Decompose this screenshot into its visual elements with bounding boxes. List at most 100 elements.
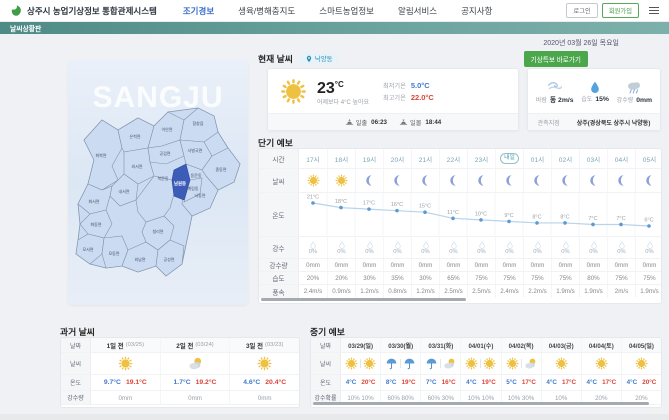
mid-temp-cell: 8°C19°C: [380, 375, 420, 390]
row-label-wind: 풍속: [259, 285, 299, 298]
precip-condition: 강수량0mm: [617, 79, 652, 104]
sun-icon: [465, 357, 478, 370]
row-label-time: 시간: [259, 149, 299, 168]
map-district-label[interactable]: 청리면: [152, 228, 163, 234]
map-district-label[interactable]: 계림동: [187, 185, 198, 191]
map-district-label[interactable]: 모서면: [82, 246, 93, 252]
location-badge[interactable]: 낙양동: [299, 53, 339, 64]
map-district-label[interactable]: 외서면: [131, 163, 142, 169]
st-pop-cell: 0%: [495, 237, 523, 258]
sun-icon: [307, 174, 320, 187]
st-time-cell: 22시: [439, 149, 467, 168]
map-watermark: SANGJU: [92, 81, 223, 114]
nav-item[interactable]: 공지사항: [461, 5, 492, 17]
raincloud-icon: [626, 79, 642, 95]
mid-weather-cell: [460, 353, 500, 374]
moon-icon: [559, 174, 572, 187]
st-rain-cell: 0mm: [383, 259, 411, 271]
st-rain-cell: 0mm: [411, 259, 439, 271]
nav-item[interactable]: 알림서비스: [398, 5, 437, 17]
nav-item[interactable]: 조기경보: [183, 5, 214, 17]
map-district-label[interactable]: 화동면: [90, 221, 101, 227]
map-district-label[interactable]: 사벌국면: [188, 147, 203, 153]
past-min-temp: 4.6°C: [243, 379, 260, 386]
sunset-icon: [399, 118, 408, 127]
map-district-label[interactable]: 은척면: [129, 133, 140, 139]
horizontal-scrollbar[interactable]: [313, 402, 649, 405]
svg-text:15°C: 15°C: [419, 204, 431, 210]
mid-temp-cell: 4°C19°C: [460, 375, 500, 390]
past-temp-cell: 4.6°C20.4°C: [229, 375, 299, 390]
map-district-label[interactable]: 공검면: [159, 150, 170, 156]
st-rain-cell: 0mm: [327, 259, 355, 271]
map-district-label[interactable]: 화서면: [88, 198, 99, 204]
mid-weather-cell: [501, 353, 541, 374]
station-footer: 관측지점상주(경상북도 상주시 낙양동): [528, 113, 660, 130]
st-humidity-cell: 30%: [355, 272, 383, 284]
past-weather-panel: 날짜1일 전(03/25)2일 전(03/24)3일 전(03/23) 날씨 온…: [60, 337, 300, 408]
mid-min-temp: 5°C: [506, 379, 517, 386]
st-weather-cell: [383, 169, 411, 192]
st-time-cell: 04시: [607, 149, 635, 168]
sunset-label: 일몰: [410, 118, 421, 127]
weather-alert-button[interactable]: 기상특보 바로가기: [524, 51, 588, 67]
pin-icon: [305, 55, 313, 63]
st-rain-cell: 0mm: [467, 259, 495, 271]
horizontal-scrollbar[interactable]: [261, 298, 466, 301]
map-district-label[interactable]: 이안면: [161, 126, 172, 132]
st-rain-cell: 0mm: [635, 259, 662, 271]
past-min-temp: 1.7°C: [174, 379, 191, 386]
map-district-label[interactable]: 공성면: [163, 256, 174, 262]
st-pop-cell: 0%: [523, 237, 551, 258]
temp-compare: 어제보다 4°C 높아요: [317, 97, 369, 106]
map-district-label[interactable]: 모동면: [108, 250, 119, 256]
moon-icon: [531, 174, 544, 187]
wind-label: 바람: [536, 98, 547, 104]
signup-button[interactable]: 회원가입: [602, 3, 639, 18]
st-time-cell: 02시: [551, 149, 579, 168]
st-humidity-cell: 75%: [467, 272, 495, 284]
sangju-district-map[interactable]: SANGJU 화북면은척면이안면함창읍공검면사벌국면중동면외서면내서면화서면화: [68, 60, 248, 305]
map-district-label[interactable]: 중동면: [215, 166, 226, 172]
sun-icon: [345, 357, 358, 370]
mid-date-cell: 04/02(목): [501, 338, 541, 352]
hamburger-menu-icon[interactable]: [649, 7, 659, 14]
moon-icon: [615, 174, 628, 187]
st-wind-cell: 2m/s: [607, 285, 635, 298]
min-temp-label: 최저기온: [383, 83, 406, 90]
main-nav: 조기경보 생육/병해충지도 스마트농업정보 알림서비스 공지사항: [183, 5, 493, 17]
map-district-label[interactable]: 외남면: [134, 256, 145, 262]
st-humidity-cell: 30%: [411, 272, 439, 284]
st-rain-cell: 0mm: [551, 259, 579, 271]
past-rain-cell: 0mm: [160, 391, 230, 405]
app-logo[interactable]: 상주시 농업기상정보 통합관제시스템: [10, 4, 157, 17]
page-title: 날씨상황판: [0, 23, 41, 33]
map-district-label[interactable]: 남원동: [174, 180, 186, 187]
svg-text:21°C: 21°C: [307, 195, 319, 201]
map-district-label[interactable]: 함창읍: [192, 120, 203, 126]
st-wind-cell: 0.8m/s: [383, 285, 411, 298]
map-district-label[interactable]: 북문동: [157, 176, 168, 181]
sun-icon: [257, 356, 272, 371]
moon-icon: [503, 174, 516, 187]
map-district-label[interactable]: 낙동면: [194, 192, 205, 198]
st-time-cell: 01시: [523, 149, 551, 168]
map-district-label[interactable]: 화북면: [95, 152, 106, 158]
st-humidity-cell: 80%: [579, 272, 607, 284]
row-label-weather: 날씨: [259, 169, 299, 192]
mid-min-temp: 4°C: [586, 379, 597, 386]
mid-max-temp: 17°C: [522, 379, 536, 386]
st-rain-cell: 0mm: [299, 259, 327, 271]
map-district-label[interactable]: 내서면: [118, 188, 129, 194]
st-pop-cell: 0%: [299, 237, 327, 258]
mid-max-temp: 19°C: [482, 379, 496, 386]
nav-item[interactable]: 스마트농업정보: [319, 5, 374, 17]
login-button[interactable]: 로그인: [566, 3, 597, 18]
map-district-label[interactable]: 동문동: [190, 173, 201, 178]
st-pop-cell: 0%: [355, 237, 383, 258]
nav-item[interactable]: 생육/병해충지도: [238, 5, 295, 17]
svg-text:7°C: 7°C: [588, 216, 597, 222]
sunset-time: 18:44: [425, 119, 441, 126]
past-date-cell: 3일 전(03/23): [229, 338, 299, 352]
st-pop-cell: 0%: [439, 237, 467, 258]
